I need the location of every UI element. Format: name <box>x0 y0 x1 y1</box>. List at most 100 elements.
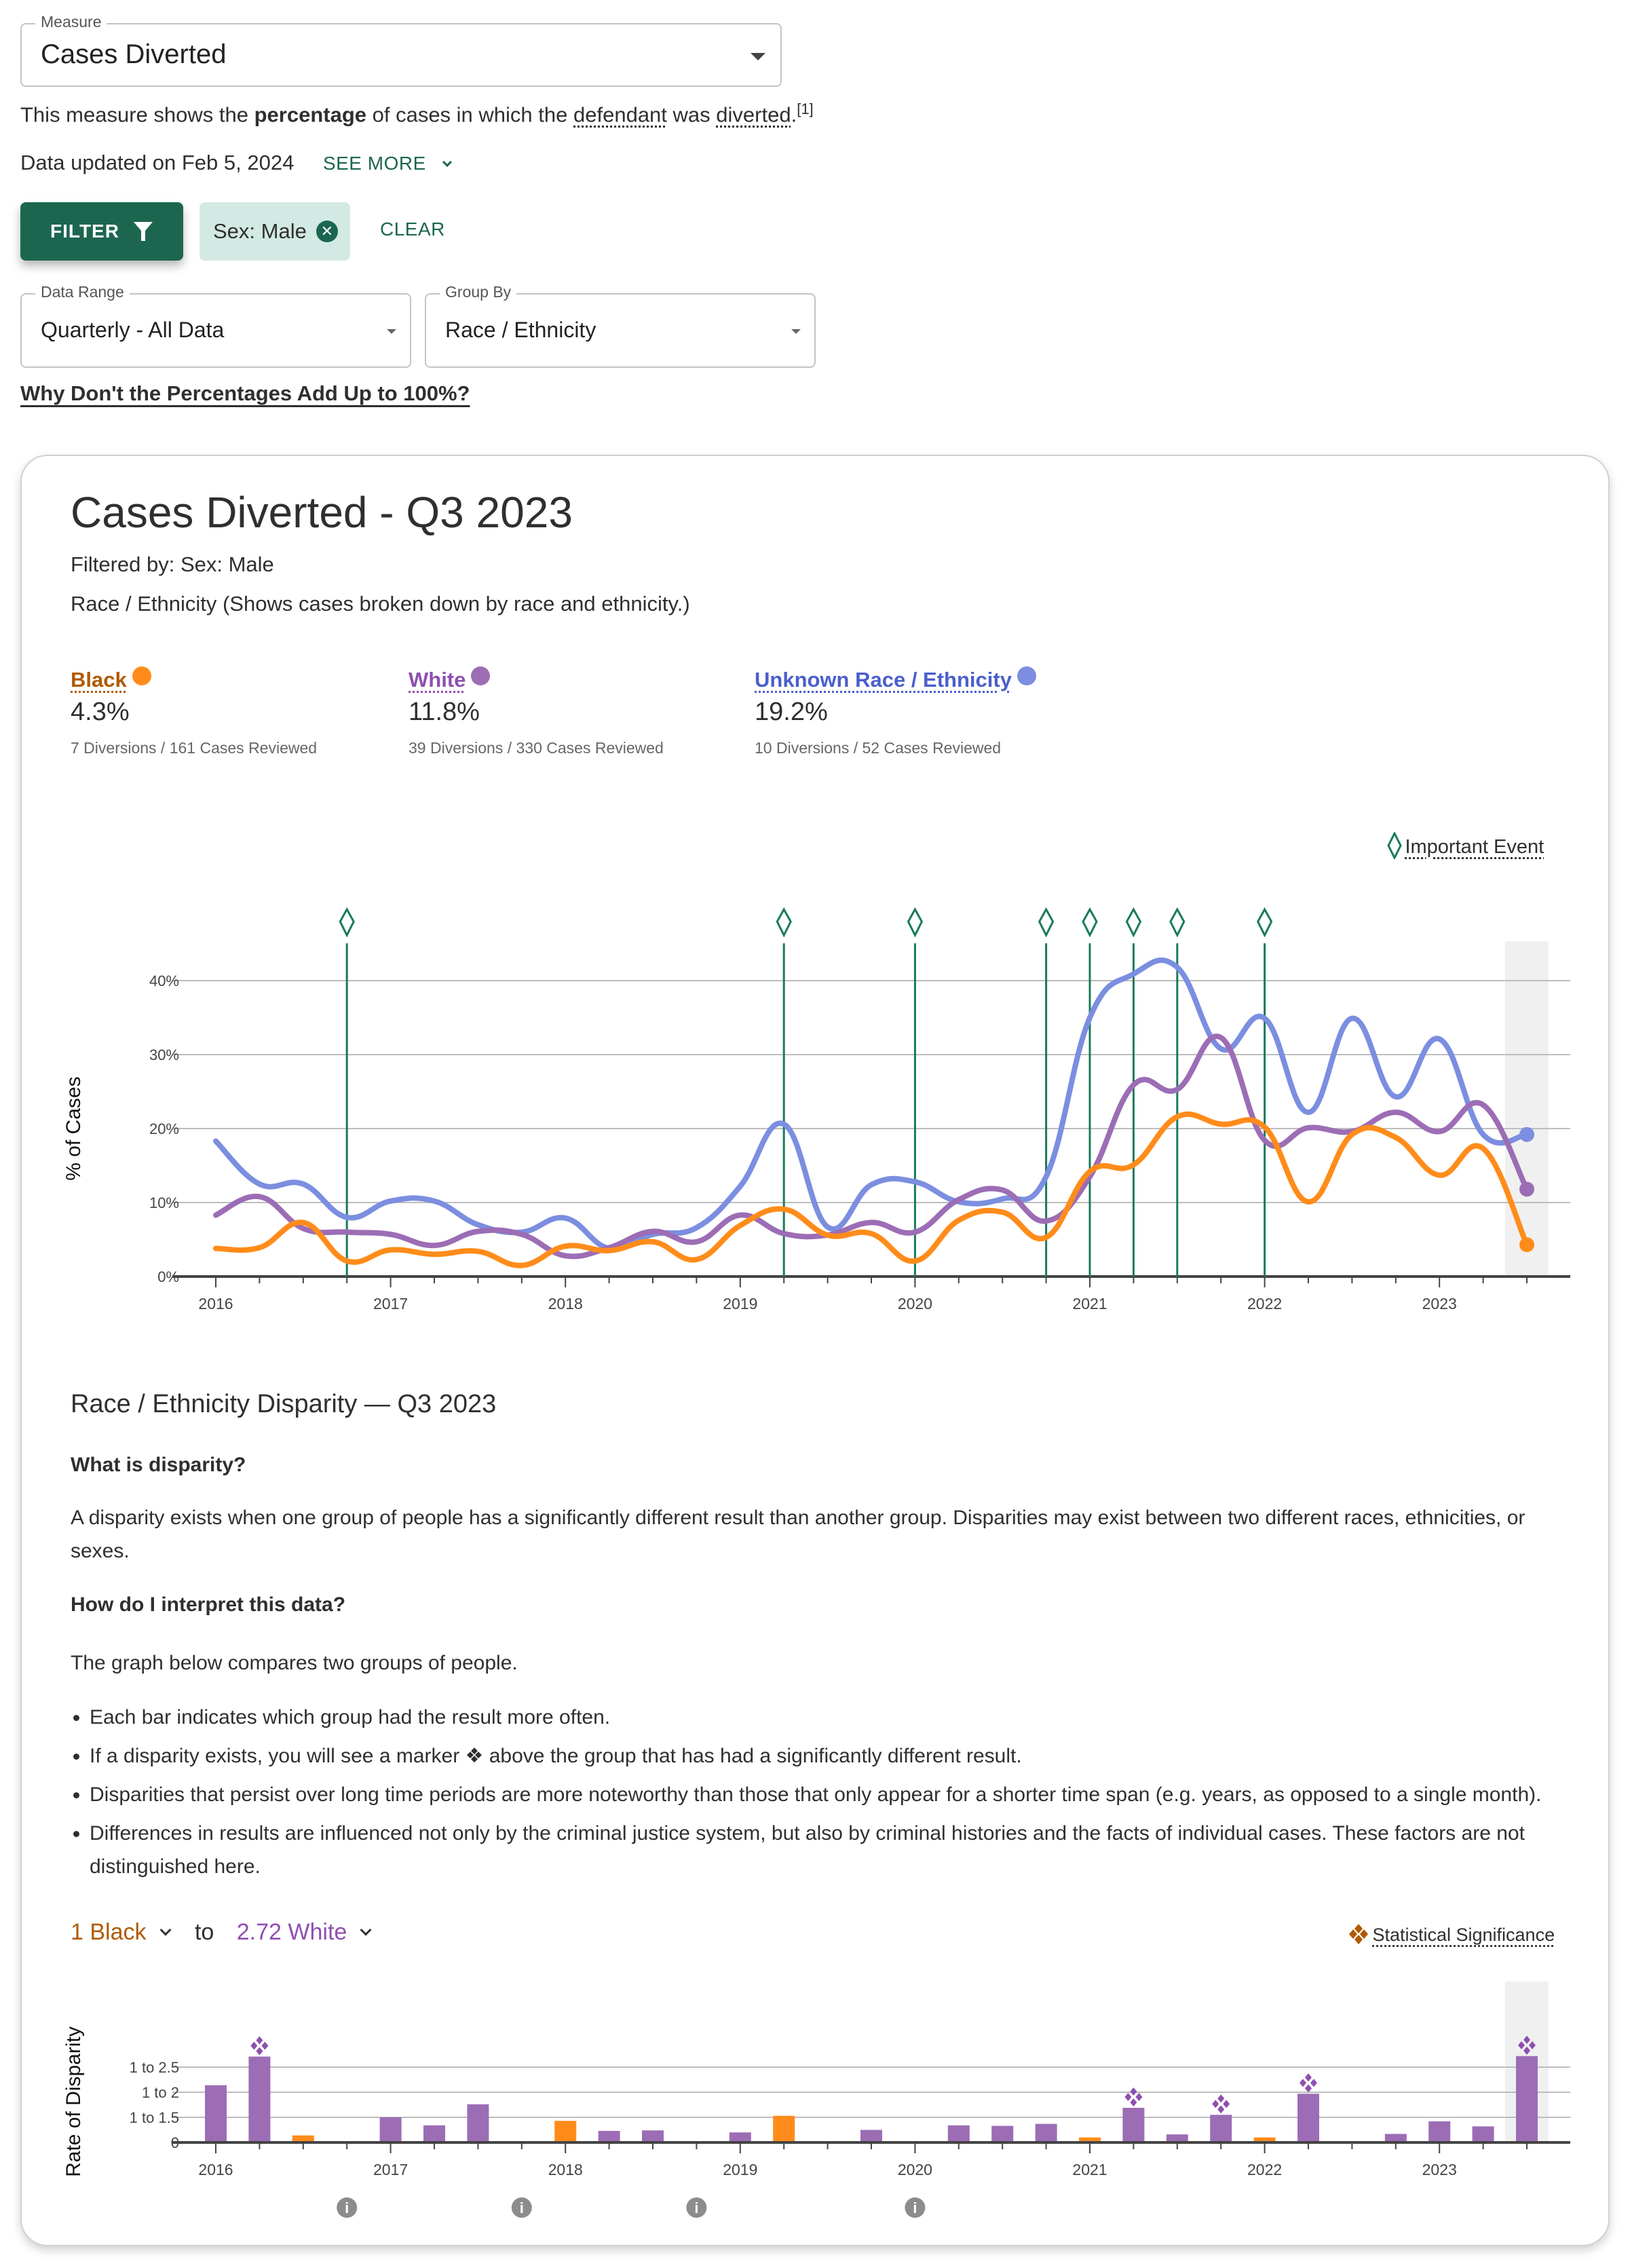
compare-left-select[interactable]: 1 Black <box>71 1919 182 1945</box>
event-diamond-icon[interactable] <box>907 907 924 938</box>
measure-description: This measure shows the percentage of cas… <box>20 100 814 127</box>
group-by-value: Race / Ethnicity <box>445 318 596 342</box>
y-tick-label: 20% <box>149 1120 179 1137</box>
disparity-bar[interactable] <box>729 2132 751 2142</box>
x-tick-label: 2019 <box>723 2161 757 2178</box>
disparity-bar[interactable] <box>1472 2126 1494 2142</box>
disparity-bar[interactable] <box>1297 2094 1319 2142</box>
dropdown-caret-icon <box>387 329 396 334</box>
bullet-item: Each bar indicates which group had the r… <box>90 1701 1555 1734</box>
chevron-down-icon <box>159 1924 171 1936</box>
data-range-legend: Data Range <box>35 283 130 301</box>
data-range-value: Quarterly - All Data <box>41 318 225 342</box>
y-tick-label: 10% <box>149 1194 179 1211</box>
disparity-bar[interactable] <box>1516 2056 1538 2142</box>
statistical-significance-legend[interactable]: Statistical Significance <box>1348 1923 1555 1946</box>
disparity-bar-chart: 01 to 1.51 to 21 to 2.520162017201820192… <box>62 1982 1570 2218</box>
see-more-button[interactable]: SEE MORE <box>323 153 453 174</box>
disparity-bar[interactable] <box>205 2085 227 2142</box>
info-icon[interactable]: i <box>686 2197 707 2218</box>
chevron-down-icon <box>360 1924 372 1936</box>
disparity-bar[interactable] <box>598 2130 620 2142</box>
x-tick-label: 2018 <box>548 1295 583 1312</box>
disparity-bar[interactable] <box>642 2130 664 2142</box>
disparity-bar[interactable] <box>423 2125 445 2142</box>
y-tick-label: 1 to 2 <box>142 2084 179 2101</box>
series-endpoint[interactable] <box>1519 1127 1534 1142</box>
group-by-select[interactable]: Group By Race / Ethnicity <box>425 283 816 368</box>
bullet-item: If a disparity exists, you will see a ma… <box>90 1739 1555 1773</box>
series-endpoint[interactable] <box>1519 1237 1534 1253</box>
disparity-bar[interactable] <box>467 2104 489 2142</box>
interpret-bullets: Each bar indicates which group had the r… <box>35 1701 1555 1889</box>
term-diverted[interactable]: diverted <box>716 102 791 126</box>
significance-marker-icon <box>1124 2087 1143 2106</box>
why-percentages-link[interactable]: Why Don't the Percentages Add Up to 100%… <box>20 381 470 406</box>
disparity-bar[interactable] <box>1210 2115 1232 2142</box>
disparity-bar[interactable] <box>1428 2121 1451 2142</box>
interpret-heading: How do I interpret this data? <box>71 1593 346 1616</box>
footnote-link[interactable]: [1] <box>797 100 813 117</box>
disparity-bar[interactable] <box>379 2117 402 2142</box>
compare-to-label: to <box>194 1919 214 1945</box>
disparity-bar[interactable] <box>991 2125 1014 2142</box>
line-chart: 0%10%20%30%40%% of Cases2016 2017 2018 2019… <box>62 907 1570 1312</box>
data-updated: Data updated on Feb 5, 2024 SEE MORE <box>20 151 453 175</box>
y-axis-label: Rate of Disparity <box>62 2026 85 2177</box>
x-tick-label: 2023 <box>1422 1295 1457 1312</box>
x-tick-label: 2020 <box>898 1295 932 1312</box>
data-range-select[interactable]: Data Range Quarterly - All Data <box>20 283 411 368</box>
info-icon[interactable]: i <box>337 2197 358 2218</box>
disparity-bar[interactable] <box>947 2125 970 2142</box>
y-tick-label: 40% <box>149 972 179 989</box>
disparity-bar[interactable] <box>773 2115 795 2142</box>
x-tick-label: 2020 <box>898 2161 932 2178</box>
dropdown-caret-icon <box>791 329 801 334</box>
info-icon[interactable]: i <box>511 2197 532 2218</box>
significance-marker-icon <box>1300 2073 1317 2093</box>
disparity-bar[interactable] <box>554 2121 577 2142</box>
remove-chip-icon[interactable]: ✕ <box>316 221 338 242</box>
filter-button[interactable]: FILTER <box>20 202 183 261</box>
event-diamond-icon[interactable] <box>1125 907 1142 938</box>
significance-marker-icon <box>250 2036 269 2056</box>
measure-select[interactable]: Measure Cases Diverted <box>20 13 782 87</box>
y-tick-label: 30% <box>149 1046 179 1063</box>
term-defendant[interactable]: defendant <box>573 102 667 126</box>
svg-text:i: i <box>345 2199 349 2216</box>
significance-marker-icon <box>1349 1924 1368 1944</box>
y-axis-label: % of Cases <box>62 1076 85 1180</box>
x-tick-label: 2017 <box>373 1295 408 1312</box>
measure-value: Cases Diverted <box>41 39 227 69</box>
dropdown-caret-icon <box>751 53 765 60</box>
series-endpoint[interactable] <box>1519 1182 1534 1197</box>
filter-chip-sex[interactable]: Sex: Male ✕ <box>200 202 350 261</box>
group-by-legend: Group By <box>440 283 517 301</box>
compare-right-select[interactable]: 2.72 White <box>237 1919 383 1945</box>
x-tick-label: 2019 <box>723 1295 757 1312</box>
disparity-bar[interactable] <box>1035 2123 1057 2142</box>
interpret-paragraph: The graph below compares two groups of p… <box>71 1652 518 1674</box>
measure-card: Cases Diverted - Q3 2023 Filtered by: Se… <box>20 455 1610 2246</box>
event-diamond-icon[interactable] <box>339 907 355 938</box>
clear-filters-button[interactable]: CLEAR <box>380 219 445 240</box>
event-diamond-icon[interactable] <box>1038 907 1055 938</box>
x-tick-label: 2021 <box>1072 2161 1107 2178</box>
svg-text:i: i <box>694 2199 698 2216</box>
x-tick-label: 2018 <box>548 2161 583 2178</box>
y-tick-label: 1 to 1.5 <box>130 2109 179 2126</box>
disparity-bar[interactable] <box>860 2130 882 2143</box>
x-tick-label: 2016 <box>198 1295 233 1312</box>
event-diamond-icon[interactable] <box>1082 907 1098 938</box>
event-diamond-icon[interactable] <box>776 907 792 938</box>
event-diamond-icon[interactable] <box>1256 907 1273 938</box>
what-is-disparity-heading: What is disparity? <box>71 1454 246 1476</box>
x-tick-label: 2022 <box>1247 1295 1282 1312</box>
event-diamond-icon[interactable] <box>1169 907 1186 938</box>
svg-text:i: i <box>520 2199 524 2216</box>
svg-text:i: i <box>913 2199 917 2216</box>
measure-legend: Measure <box>35 13 107 31</box>
info-icon[interactable]: i <box>905 2197 926 2218</box>
disparity-bar[interactable] <box>1122 2107 1145 2142</box>
disparity-bar[interactable] <box>248 2056 271 2142</box>
